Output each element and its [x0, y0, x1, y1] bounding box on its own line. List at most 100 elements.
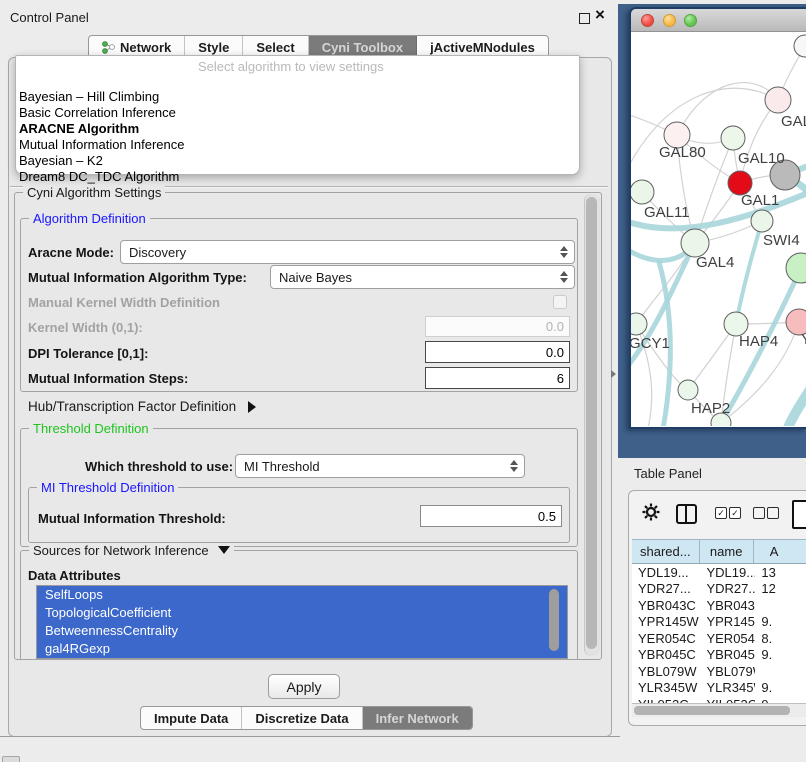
- mi-steps-field[interactable]: [425, 367, 570, 389]
- table-panel-title: Table Panel: [634, 466, 702, 481]
- split-columns-icon[interactable]: [676, 504, 697, 524]
- close-panel-icon[interactable]: ×: [595, 5, 605, 25]
- network-edge[interactable]: [779, 382, 806, 426]
- algorithm-option[interactable]: ARACNE Algorithm: [19, 121, 576, 137]
- panel-bottom-edge: [0, 736, 620, 737]
- network-node[interactable]: [786, 253, 806, 283]
- tab-label: Network: [120, 40, 171, 55]
- checked-checkbox-icon[interactable]: ✓: [729, 507, 741, 519]
- table-cell: YDL19...: [700, 565, 755, 580]
- data-attribute-item[interactable]: SelfLoops: [37, 586, 567, 604]
- network-node[interactable]: [765, 87, 791, 113]
- node-table: shared...nameA YDL19...YDL19...13YDR27..…: [632, 539, 806, 713]
- tab-label: Cyni Toolbox: [322, 40, 403, 55]
- hub-tf-definition-label: Hub/Transcription Factor Definition: [28, 399, 236, 414]
- table-row[interactable]: YDL19...YDL19...13: [632, 564, 806, 581]
- algorithm-option[interactable]: Bayesian – Hill Climbing: [19, 89, 576, 105]
- apply-button[interactable]: Apply: [268, 674, 340, 699]
- data-attribute-item[interactable]: TopologicalCoefficient: [37, 604, 567, 622]
- table-row[interactable]: YBL079WYBL079W: [632, 663, 806, 680]
- network-node[interactable]: [794, 35, 806, 57]
- table-cell: YER054C: [632, 631, 700, 646]
- network-canvas[interactable]: GALGAL80GAL10GAL1GAL11SWI4GAL4GCY1HAP4YH…: [631, 32, 806, 426]
- tab-infer-network[interactable]: Infer Network: [363, 707, 472, 729]
- gear-icon[interactable]: [641, 502, 661, 522]
- table-hscrollbar-track[interactable]: [632, 703, 806, 717]
- unchecked-checkbox-icon[interactable]: [753, 507, 765, 519]
- kernel-width-label: Kernel Width (0,1):: [28, 320, 143, 335]
- table-cell: 13: [755, 565, 806, 580]
- sources-title: Sources for Network Inference: [29, 543, 234, 558]
- table-row[interactable]: YBR043CYBR043C: [632, 597, 806, 614]
- algorithm-option[interactable]: Basic Correlation Inference: [19, 105, 576, 121]
- algorithm-list: Bayesian – Hill ClimbingBasic Correlatio…: [19, 89, 576, 185]
- table-row[interactable]: YBR045CYBR045C9.: [632, 647, 806, 664]
- collapse-down-icon[interactable]: [218, 546, 230, 554]
- table-cell: YPR145W: [632, 614, 700, 629]
- unchecked-checkbox-icon[interactable]: [767, 507, 779, 519]
- column-header[interactable]: name: [700, 540, 754, 563]
- new-table-icon[interactable]: [792, 500, 806, 529]
- kernel-width-field[interactable]: [425, 316, 570, 337]
- table-row[interactable]: YER054CYER054C8.: [632, 630, 806, 647]
- aracne-mode-select[interactable]: Discovery: [120, 240, 575, 264]
- manual-kernel-checkbox[interactable]: [553, 295, 567, 309]
- bottom-left-mini-button[interactable]: [2, 756, 20, 762]
- table-cell: 9.: [755, 647, 806, 662]
- mi-type-label: Mutual Information Algorithm Type:: [28, 270, 247, 285]
- dropdown-placeholder: Select algorithm to view settings: [198, 59, 384, 74]
- table-cell: YDR27...: [700, 581, 755, 596]
- data-attribute-item[interactable]: BetweennessCentrality: [37, 622, 567, 640]
- dpi-tolerance-field[interactable]: [425, 341, 570, 363]
- mi-threshold-field[interactable]: [420, 505, 562, 527]
- mi-type-select[interactable]: Naive Bayes: [270, 265, 575, 289]
- table-row[interactable]: YLR345WYLR345W9.: [632, 680, 806, 697]
- table-cell: YDR27...: [632, 581, 700, 596]
- network-node[interactable]: [631, 180, 654, 204]
- column-header[interactable]: A: [754, 540, 806, 563]
- network-node[interactable]: [631, 313, 647, 335]
- minimize-window-icon[interactable]: [663, 14, 676, 27]
- network-edge[interactable]: [636, 324, 688, 390]
- node-label: SWI4: [763, 232, 800, 249]
- column-header[interactable]: shared...: [632, 540, 700, 563]
- network-node[interactable]: [751, 210, 773, 232]
- table-cell: 8.: [755, 631, 806, 646]
- table-row[interactable]: YPR145WYPR145W9.: [632, 614, 806, 631]
- close-window-icon[interactable]: [641, 14, 654, 27]
- node-label: GAL80: [659, 144, 706, 161]
- float-panel-icon[interactable]: [579, 13, 590, 24]
- tab-impute-data[interactable]: Impute Data: [141, 707, 242, 729]
- table-cell: YBR043C: [632, 598, 700, 613]
- which-threshold-value: MI Threshold: [236, 459, 506, 474]
- data-attribute-item[interactable]: gal4RGexp: [37, 640, 567, 658]
- table-row[interactable]: YDR27...YDR27...12: [632, 581, 806, 598]
- data-attributes-list[interactable]: SelfLoopsTopologicalCoefficientBetweenne…: [36, 585, 568, 659]
- checked-checkbox-icon[interactable]: ✓: [715, 507, 727, 519]
- table-cell: 9.: [755, 614, 806, 629]
- network-node[interactable]: [678, 380, 698, 400]
- table-header-row: shared...nameA: [632, 539, 806, 564]
- table-cell: YBR045C: [632, 647, 700, 662]
- table-cell: YDL19...: [632, 565, 700, 580]
- algorithm-option[interactable]: Mutual Information Inference: [19, 137, 576, 153]
- which-threshold-select[interactable]: MI Threshold: [235, 454, 525, 478]
- attributes-scrollbar-thumb[interactable]: [549, 589, 559, 651]
- zoom-window-icon[interactable]: [684, 14, 697, 27]
- network-edge[interactable]: [736, 221, 762, 324]
- settings-scrollbar-thumb[interactable]: [586, 197, 597, 649]
- algorithm-option[interactable]: Bayesian – K2: [19, 153, 576, 169]
- hub-tf-definition-toggle[interactable]: Hub/Transcription Factor Definition: [28, 399, 256, 414]
- algorithm-option[interactable]: Dream8 DC_TDC Algorithm: [19, 169, 576, 185]
- network-window-titlebar[interactable]: [631, 9, 806, 32]
- node-label: GAL: [781, 113, 806, 130]
- table-cell: YLR345W: [700, 680, 755, 695]
- tab-discretize-data[interactable]: Discretize Data: [242, 707, 362, 729]
- network-icon: [102, 40, 115, 54]
- table-hscrollbar-thumb[interactable]: [634, 706, 790, 715]
- aracne-mode-label: Aracne Mode:: [28, 245, 114, 260]
- stepper-icon: [556, 246, 574, 258]
- split-pane-arrow-icon[interactable]: [611, 370, 616, 378]
- network-node[interactable]: [681, 229, 709, 257]
- network-node[interactable]: [721, 126, 745, 150]
